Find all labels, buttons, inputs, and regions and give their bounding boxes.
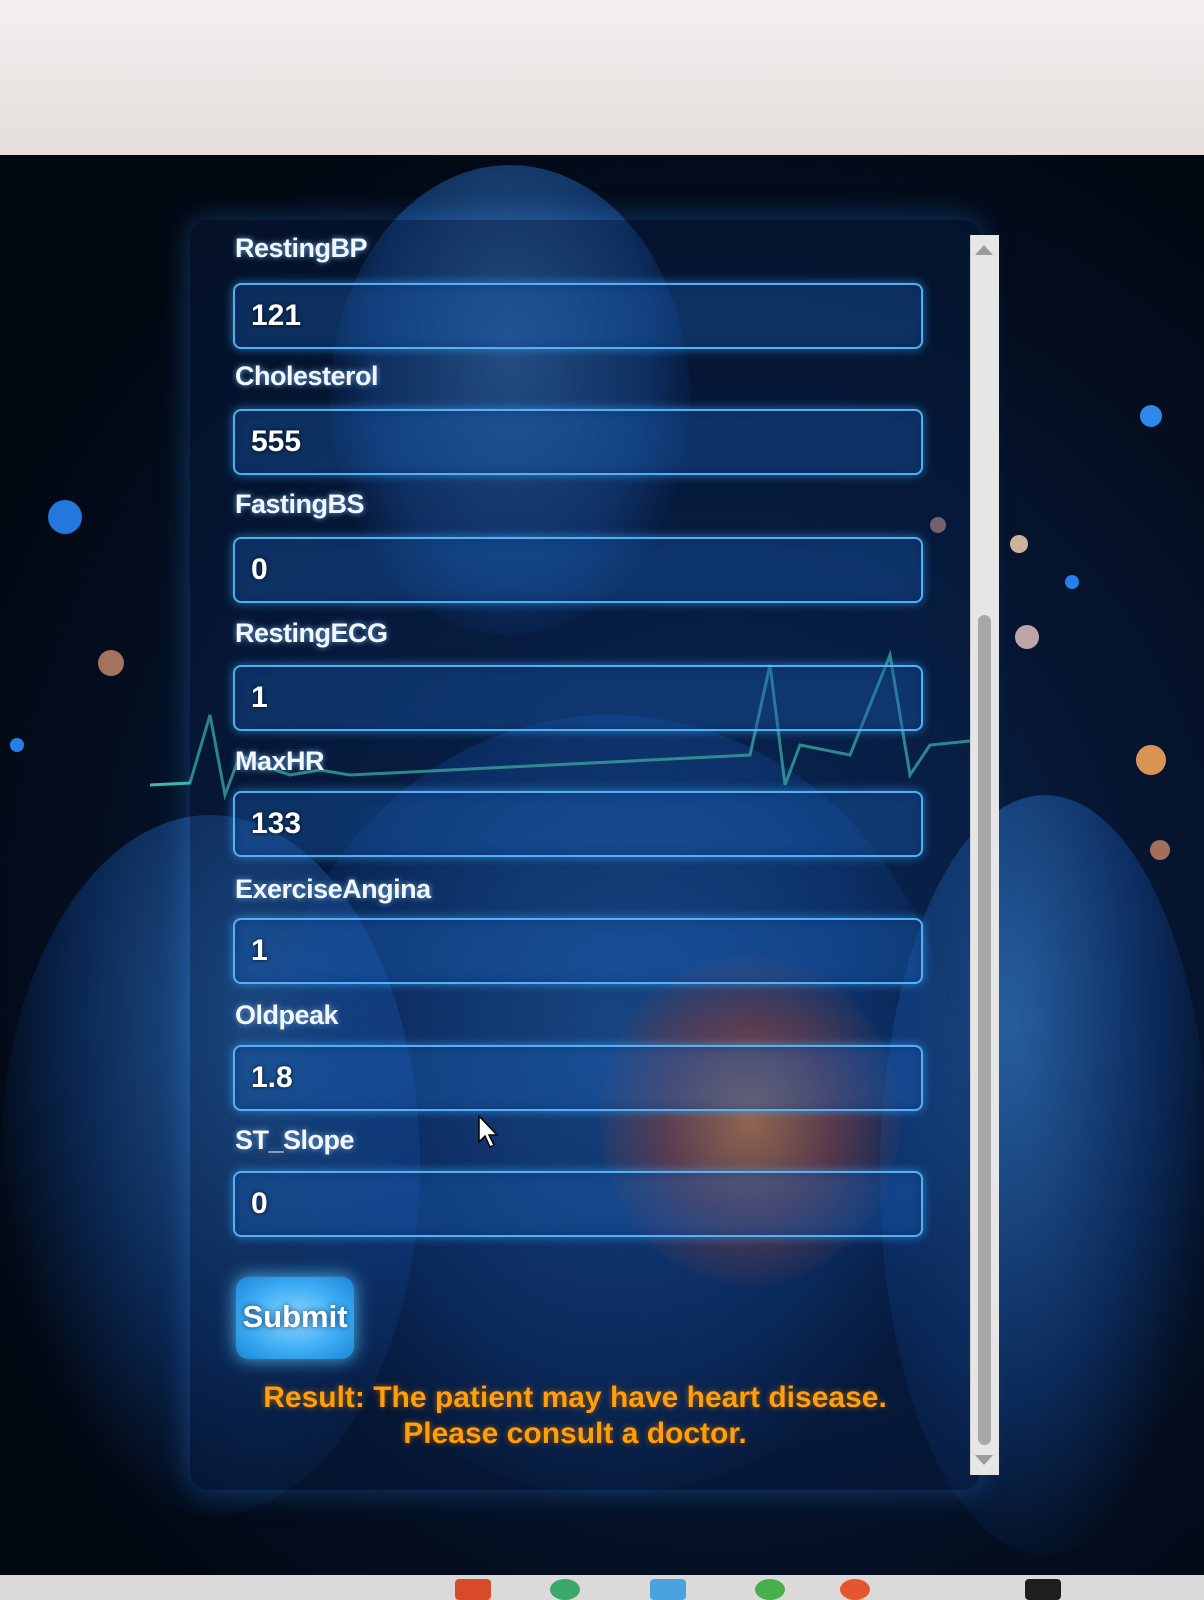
bokeh-dot: [10, 738, 24, 752]
taskbar-app-icon[interactable]: [840, 1579, 870, 1600]
label-cholesterol: Cholesterol: [235, 361, 379, 391]
taskbar-app-icon[interactable]: [455, 1579, 491, 1600]
label-maxhr: MaxHR: [235, 746, 325, 776]
submit-button[interactable]: Submit: [236, 1277, 354, 1359]
bokeh-dot: [98, 650, 124, 676]
result-line-1: Result: The patient may have heart disea…: [263, 1381, 887, 1414]
taskbar-app-icon[interactable]: [550, 1579, 580, 1600]
input-st-slope[interactable]: 0: [233, 1171, 923, 1237]
scroll-down-arrow-icon[interactable]: [975, 1455, 993, 1465]
result-line-2: Please consult a doctor.: [403, 1417, 747, 1450]
input-restingbp[interactable]: 121: [233, 283, 923, 349]
result-message: Result: The patient may have heart disea…: [230, 1380, 920, 1452]
bokeh-dot: [1065, 575, 1079, 589]
bokeh-dot: [48, 500, 82, 534]
bokeh-dot: [1010, 535, 1028, 553]
label-oldpeak: Oldpeak: [235, 1000, 339, 1030]
taskbar-app-icon[interactable]: [755, 1579, 785, 1600]
scroll-thumb[interactable]: [978, 615, 991, 1445]
input-oldpeak[interactable]: 1.8: [233, 1045, 923, 1111]
label-fastingbs: FastingBS: [235, 489, 365, 519]
label-restingecg: RestingECG: [235, 618, 388, 648]
scroll-up-arrow-icon[interactable]: [975, 245, 993, 255]
mouse-cursor-icon: [478, 1115, 499, 1149]
label-exerciseangina: ExerciseAngina: [235, 874, 431, 904]
label-st-slope: ST_Slope: [235, 1125, 355, 1155]
bokeh-dot: [1140, 405, 1162, 427]
scrollbar[interactable]: [970, 235, 999, 1475]
browser-top-area: [0, 0, 1204, 160]
background-stage: RestingBP 121 Cholesterol 555 FastingBS …: [0, 155, 1204, 1575]
bokeh-dot: [1150, 840, 1170, 860]
input-cholesterol[interactable]: 555: [233, 409, 923, 475]
bokeh-dot: [1136, 745, 1166, 775]
label-restingbp: RestingBP: [235, 233, 368, 263]
taskbar-app-icon[interactable]: [1025, 1579, 1061, 1600]
bokeh-dot: [1015, 625, 1039, 649]
input-fastingbs[interactable]: 0: [233, 537, 923, 603]
taskbar: [0, 1575, 1204, 1600]
input-exerciseangina[interactable]: 1: [233, 918, 923, 984]
input-restingecg[interactable]: 1: [233, 665, 923, 731]
taskbar-app-icon[interactable]: [650, 1579, 686, 1600]
input-maxhr[interactable]: 133: [233, 791, 923, 857]
